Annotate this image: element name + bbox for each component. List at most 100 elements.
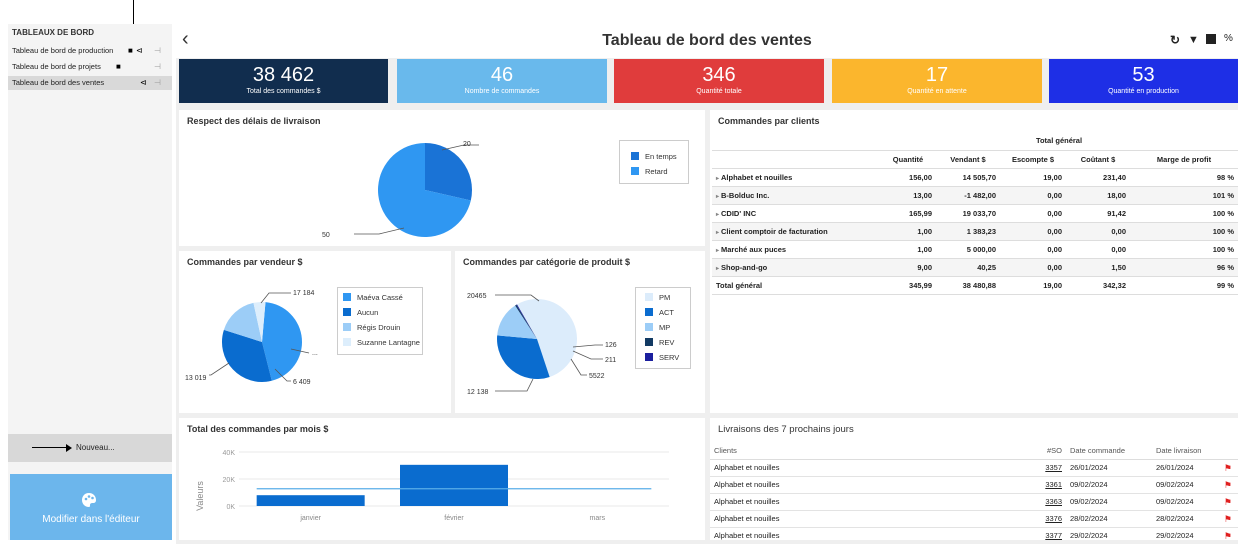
kpi-value: 53 [1132,64,1155,86]
client-cell: ▸ Marché aux puces [712,240,880,259]
order-date-cell: 09/02/2024 [1066,476,1152,494]
delete-icon[interactable]: ■ [128,44,133,58]
kpi-value: 46 [490,64,514,86]
arrow-right-icon [32,447,68,448]
pie-label: 20465 [467,293,487,300]
kpi-label: Quantité totale [696,88,742,95]
legend-item-mp[interactable]: MP [645,323,670,333]
legend-item-maeva[interactable]: Maéva Cassé [343,293,403,303]
new-dashboard-label: Nouveau... [76,443,115,452]
sidebar: TABLEAUX DE BORD Tableau de bord de prod… [8,24,172,540]
table-row[interactable]: ▸ Marché aux puces 1,00 5 000,00 0,00 0,00 100… [712,240,1238,259]
table-row[interactable]: ▸ Client comptoir de facturation 1,00 1 383… [712,222,1238,241]
total-cell: 19,00 [1000,276,1066,295]
value-cell: 14 505,70 [936,168,1000,187]
value-cell: 5 000,00 [936,240,1000,259]
value-cell: 100 % [1130,222,1238,241]
value-cell: 100 % [1130,204,1238,223]
table-row[interactable]: Alphabet et nouilles 3376 28/02/2024 28/02/… [710,510,1238,528]
y-tick-label: 20K [223,477,236,484]
pin-icon[interactable]: ⊣ [154,60,161,74]
table-row[interactable]: Alphabet et nouilles 3357 26/01/2024 26/01/… [710,459,1238,477]
kpi-label: Nombre de commandes [464,88,540,95]
new-dashboard-button[interactable]: Nouveau... [8,434,172,462]
sidebar-title: TABLEAUX DE BORD [12,28,95,37]
table-row[interactable]: ▸ CDID' INC 165,99 19 033,70 0,00 91,42 100 % [712,204,1238,223]
client-cell: ▸ Alphabet et nouilles [712,168,880,187]
share-icon[interactable]: ⊲ [140,76,147,90]
total-cell: 38 480,88 [936,276,1000,295]
table-row[interactable]: Alphabet et nouilles 3377 29/02/2024 29/02/… [710,527,1238,540]
flag-icon: ⚑ [1223,530,1232,541]
clear-filter-icon[interactable]: ▼ [1188,34,1199,46]
legend-item-act[interactable]: ACT [645,308,674,318]
delivery-date-cell: 09/02/2024 ⚑ [1152,476,1238,494]
table-row[interactable]: ▸ B-Bolduc Inc. 13,00 -1 482,00 0,00 18,00 101… [712,186,1238,205]
sidebar-item-label: Tableau de bord des ventes [12,78,105,87]
sidebar-item-projets[interactable]: Tableau de bord de projets ■ ⊣ [8,60,172,74]
so-link[interactable]: 3377 [980,527,1066,540]
legend-item-serv[interactable]: SERV [645,353,679,363]
pie-label: 20 [463,141,471,148]
total-label: Total général [712,276,880,295]
col-header: #SO [980,442,1066,460]
pin-icon[interactable]: ⊣ [154,76,161,90]
kpi-value: 38 462 [252,64,315,86]
so-link[interactable]: 3361 [980,476,1066,494]
palette-icon [82,493,96,507]
legend-item-aucun[interactable]: Aucun [343,308,378,318]
pie-label: 211 [605,357,616,364]
table-row[interactable]: Alphabet et nouilles 3361 09/02/2024 09/02/… [710,476,1238,494]
sidebar-item-production[interactable]: Tableau de bord de production ■ ⊲ ⊣ [8,44,172,58]
bar-février[interactable] [400,464,508,506]
value-cell: 0,00 [1066,222,1130,241]
sidebar-item-ventes[interactable]: Tableau de bord des ventes ⊲ ⊣ [8,76,172,90]
pie-label: ... [312,350,318,357]
value-cell: 0,00 [1000,258,1066,277]
edit-in-editor-label: Modifier dans l'éditeur [42,514,140,525]
so-link[interactable]: 3376 [980,510,1066,528]
pie-label: 6 409 [293,379,311,386]
delete-icon[interactable]: ■ [116,60,121,74]
kpi-total-orders: 38 462 Total des commandes $ [179,59,388,103]
value-cell: 98 % [1130,168,1238,187]
legend-item-rev[interactable]: REV [645,338,674,348]
percent-icon[interactable]: % [1224,33,1233,44]
clients-table: Total général Quantité Vendant $ Escompt… [712,132,1238,295]
pie-label: 126 [605,342,617,349]
so-link[interactable]: 3357 [980,459,1066,477]
refresh-icon[interactable]: ↻ [1170,33,1180,47]
share-icon[interactable]: ⊲ [136,44,143,58]
order-date-cell: 28/02/2024 [1066,510,1152,528]
value-cell: 0,00 [1000,204,1066,223]
bar-janvier[interactable] [256,495,365,506]
legend-item-pm[interactable]: PM [645,293,670,303]
table-row[interactable]: ▸ Alphabet et nouilles 156,00 14 505,70 19,0… [712,168,1238,187]
edit-in-editor-button[interactable]: Modifier dans l'éditeur [10,474,172,540]
table-row[interactable]: Alphabet et nouilles 3363 09/02/2024 09/02/… [710,493,1238,511]
so-link[interactable]: 3363 [980,493,1066,511]
save-icon[interactable] [1206,34,1216,44]
panel-orders-by-seller: Commandes par vendeur $ 17 184 13 019 6 … [179,251,451,413]
client-cell: ▸ Shop-and-go [712,258,880,277]
client-cell: ▸ CDID' INC [712,204,880,223]
value-cell: 13,00 [880,186,936,205]
legend-item-suzanne[interactable]: Suzanne Lantagne [343,338,420,348]
panel-orders-by-category: Commandes par catégorie de produit $ 204… [455,251,705,413]
pie-label: 5522 [589,373,605,380]
delivery-date-cell: 26/01/2024 ⚑ [1152,459,1238,477]
kpi-production-qty: 53 Quantité en production [1049,59,1238,103]
arrow-right-icon-head [66,444,72,452]
table-row[interactable]: ▸ Shop-and-go 9,00 40,25 0,00 1,50 96 % [712,258,1238,277]
y-axis-label: Valeurs [195,481,205,511]
x-tick-label: mars [590,515,606,522]
legend-item-regis[interactable]: Régis Drouin [343,323,400,333]
value-cell: 0,00 [1000,240,1066,259]
value-cell: 165,99 [880,204,936,223]
pie-label: 12 138 [467,389,489,396]
pie-label: 17 184 [293,290,315,297]
pin-icon[interactable]: ⊣ [154,44,161,58]
group-header: Total général [880,132,1238,151]
value-cell: 40,25 [936,258,1000,277]
client-cell: Alphabet et nouilles [710,510,980,528]
